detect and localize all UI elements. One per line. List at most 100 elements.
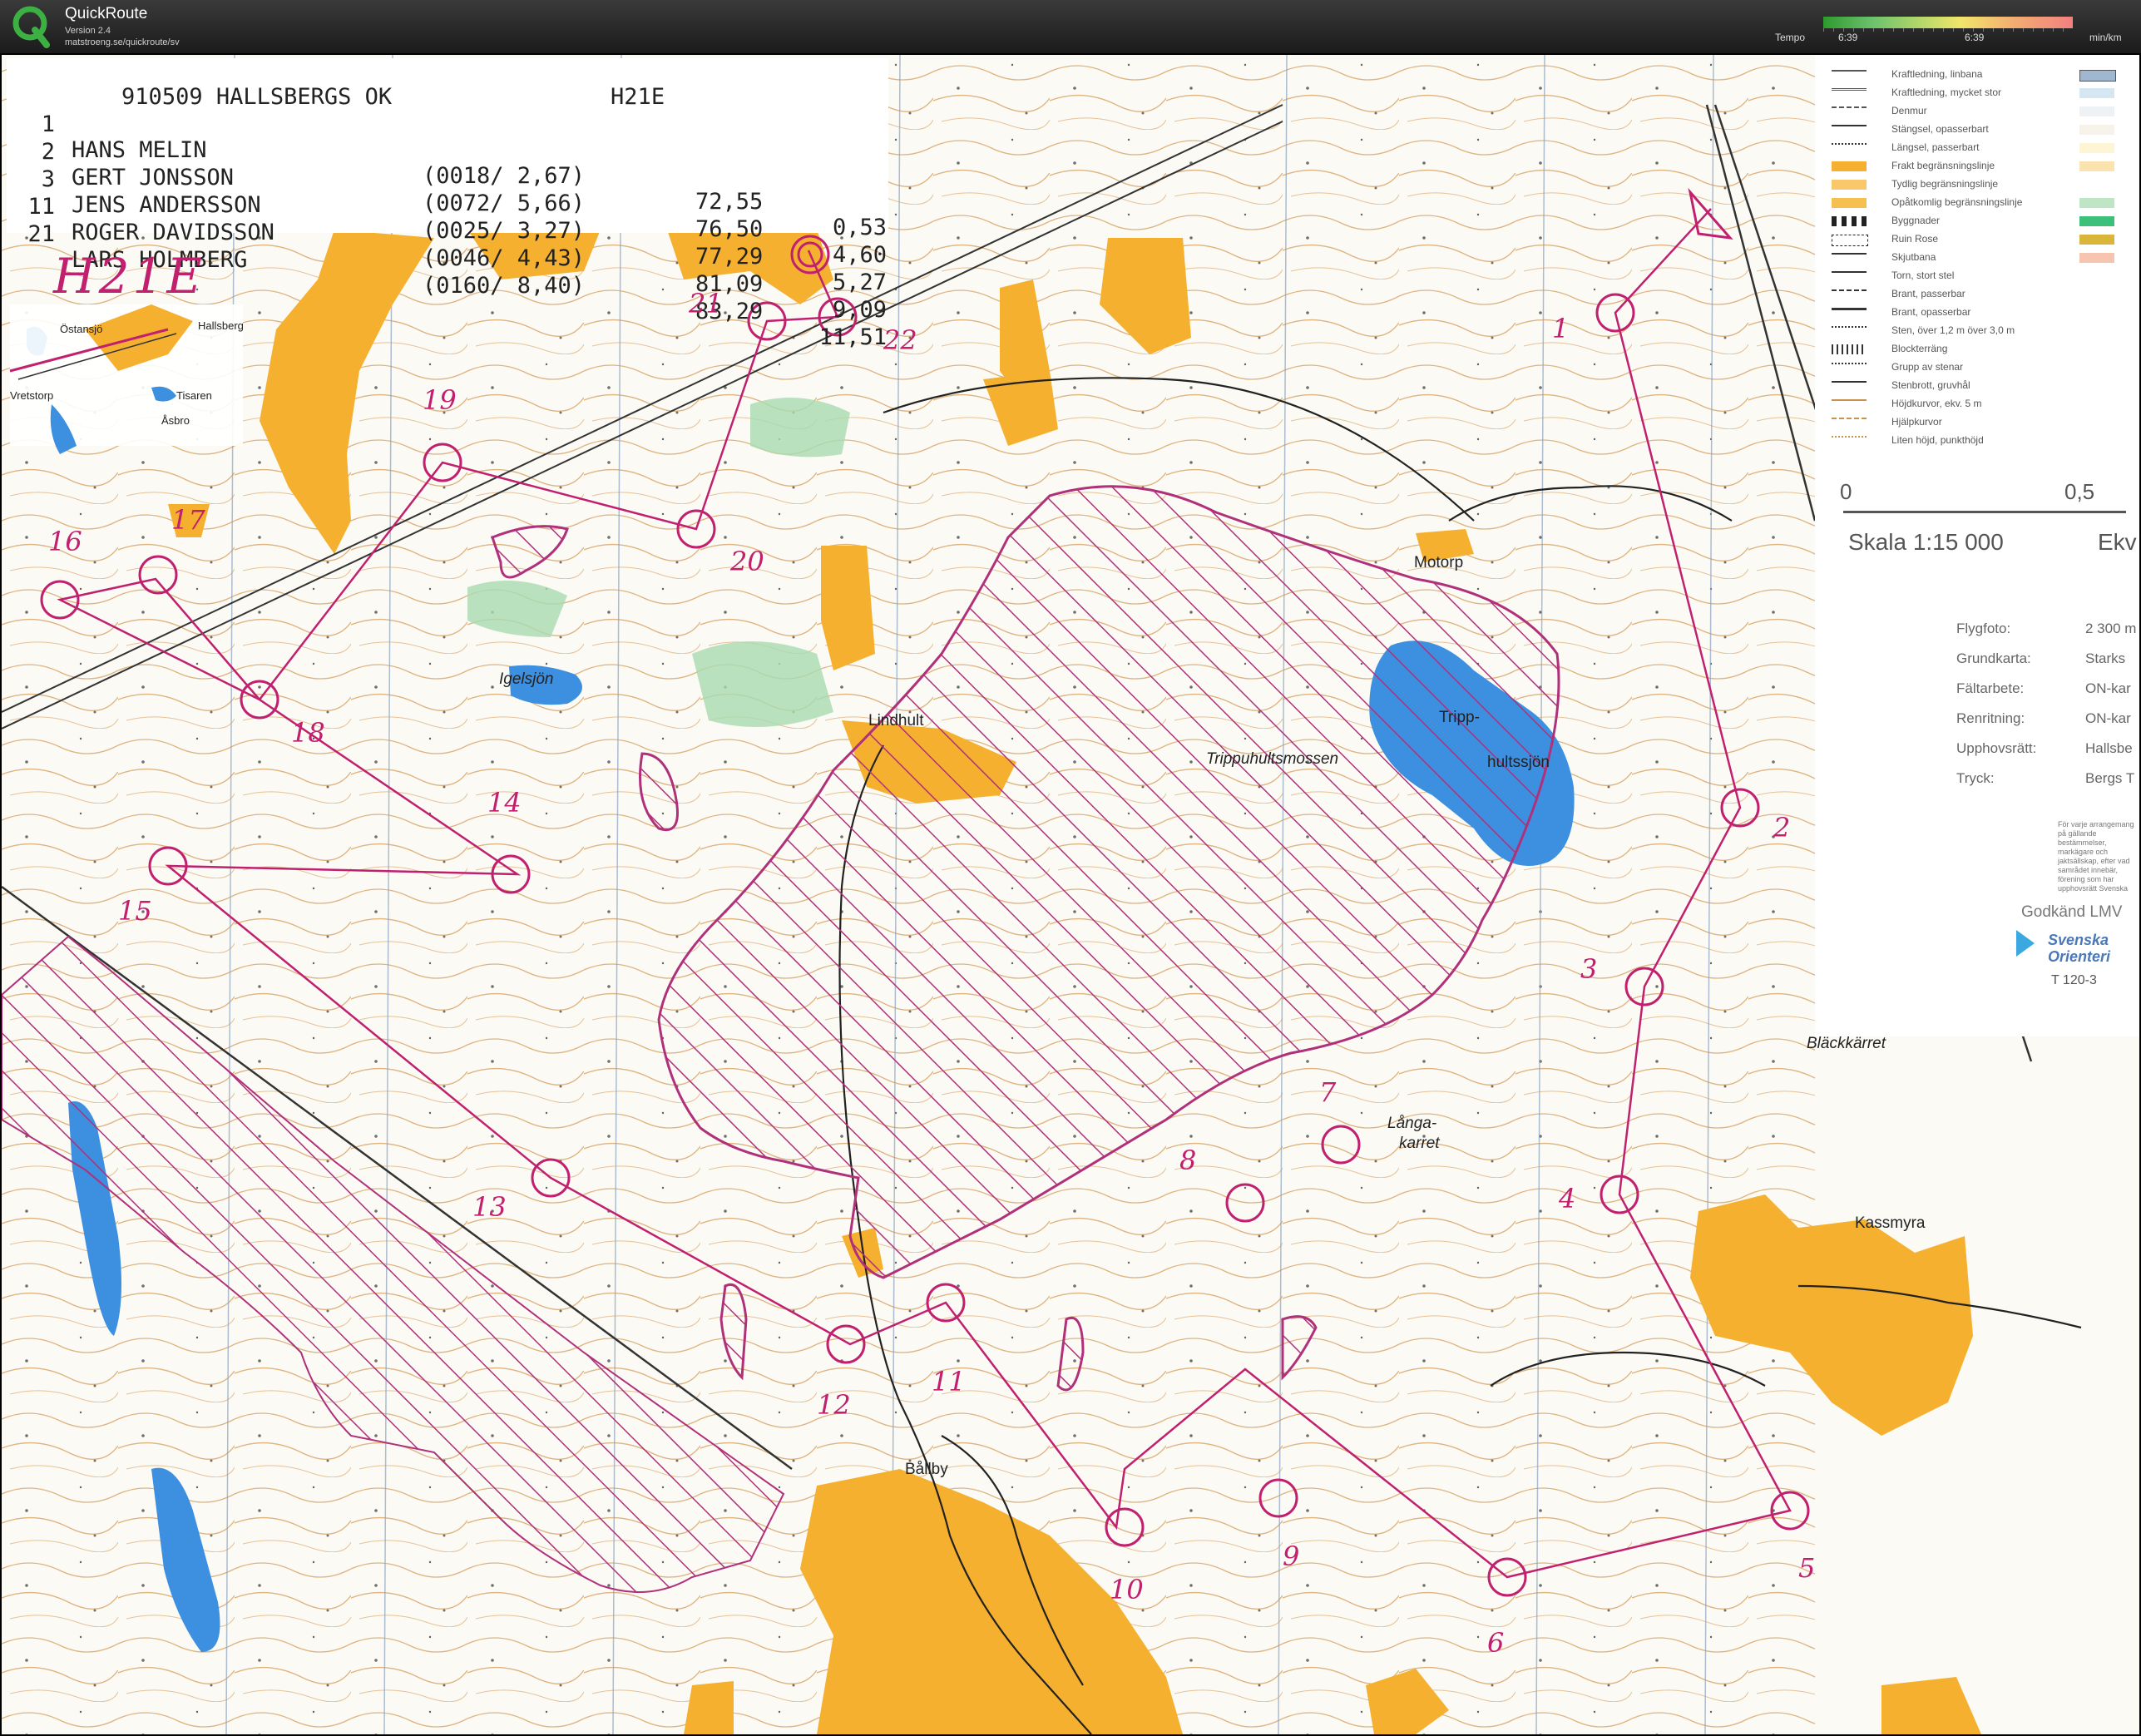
sof-text-1: Svenska	[2048, 932, 2109, 948]
app-url[interactable]: matstroeng.se/quickroute/sv	[65, 37, 180, 47]
info-value: Hallsbe	[2085, 740, 2133, 756]
tempo-color-bar[interactable]	[1823, 17, 2073, 28]
legend-row: Denmur	[1815, 105, 2139, 120]
overview-label-ostansjo: Östansjö	[60, 323, 103, 335]
scale-zero: 0	[1840, 479, 1852, 504]
legend-row: Grupp av stenar	[1815, 361, 2139, 376]
control-number-18: 18	[291, 717, 325, 749]
legend-row: Opåtkomlig begränsningslinje	[1815, 196, 2139, 211]
control-number-5: 5	[1798, 1552, 1816, 1584]
legend-row: Brant, passerbar	[1815, 288, 2139, 303]
results-event: 910509 HALLSBERGS OK	[121, 84, 393, 110]
legend-row: Sten, över 1,2 m över 3,0 m	[1815, 324, 2139, 339]
scale-ekv: Ekv	[2098, 529, 2137, 555]
overview-label-vretstorp: Vretstorp	[10, 389, 54, 402]
control-number-1: 1	[1552, 313, 1570, 344]
t-code: T 120-3	[2051, 973, 2097, 987]
orienteering-map[interactable]: 910509 HALLSBERGS OK H21E 1 HANS MELIN (…	[2, 55, 2139, 1734]
control-number-11: 11	[932, 1366, 966, 1397]
control-number-22: 22	[883, 324, 917, 356]
scale-bar	[1843, 511, 2126, 513]
legend-row: Stenbrott, gruvhål	[1815, 379, 2139, 394]
legend-row: Längsel, passerbart	[1815, 141, 2139, 156]
info-key: Upphovsrätt:	[1956, 740, 2037, 756]
place-tripp-1: Tripp-	[1439, 709, 1480, 726]
overview-label-asbro: Åsbro	[161, 414, 190, 427]
control-number-10: 10	[1110, 1574, 1144, 1605]
control-number-16: 16	[48, 526, 82, 557]
control-number-21: 21	[689, 288, 723, 319]
control-number-19: 19	[423, 384, 457, 416]
class-label: H21E	[53, 248, 205, 304]
control-number-14: 14	[487, 787, 522, 819]
tempo-unit: min/km	[2089, 32, 2122, 43]
info-key: Renritning:	[1956, 710, 2025, 726]
quickroute-logo-icon	[12, 6, 50, 48]
tempo-left-value: 6:39	[1838, 32, 1858, 43]
control-number-7: 7	[1319, 1076, 1337, 1108]
legend-row: Frakt begränsningslinje	[1815, 160, 2139, 175]
info-key: Fältarbete:	[1956, 680, 2025, 696]
results-table: 910509 HALLSBERGS OK H21E 1 HANS MELIN (…	[7, 58, 888, 350]
quickroute-window: QuickRoute Version 2.4 matstroeng.se/qui…	[0, 0, 2141, 1736]
control-number-4: 4	[1559, 1183, 1576, 1214]
place-lindhult: Lindhult	[868, 712, 924, 730]
control-number-15: 15	[118, 895, 152, 927]
legend-row: Stängsel, opasserbart	[1815, 123, 2139, 138]
place-langa-1: Långa-	[1387, 1115, 1437, 1132]
scale-half: 0,5	[2064, 479, 2095, 504]
title-bar: QuickRoute Version 2.4 matstroeng.se/qui…	[0, 0, 2141, 55]
legend-row: Ruin Rose	[1815, 233, 2139, 248]
legend-row: Höjdkurvor, ekv. 5 m	[1815, 398, 2139, 413]
place-motorp: Motorp	[1414, 554, 1464, 571]
sof-logo-icon	[2016, 930, 2035, 957]
place-tripp-2: hultssjön	[1487, 754, 1550, 771]
tempo-mid-value: 6:39	[1965, 32, 1985, 43]
place-kassmyra: Kassmyra	[1855, 1214, 1926, 1232]
place-trippmossen: Trippuhultsmossen	[1206, 750, 1339, 768]
legend-row: Kraftledning, mycket stor	[1815, 87, 2139, 101]
legend-row: Byggnader	[1815, 215, 2139, 230]
place-blackkarret: Bläckkärret	[1807, 1035, 1886, 1052]
overview-label-hallsberg: Hallsberg	[198, 319, 244, 332]
info-key: Grundkarta:	[1956, 650, 2031, 666]
control-number-13: 13	[472, 1191, 507, 1223]
legend-row: Tydlig begränsningslinje	[1815, 178, 2139, 193]
legend-row: Kraftledning, linbana	[1815, 68, 2139, 83]
control-number-3: 3	[1580, 953, 1598, 985]
legend-row: Hjälpkurvor	[1815, 416, 2139, 431]
legend-row: Blockterräng	[1815, 343, 2139, 358]
map-legend: Kraftledning, linbana Kraftledning, myck…	[1815, 55, 2139, 1036]
legend-row: Skjutbana	[1815, 251, 2139, 266]
control-number-9: 9	[1283, 1541, 1300, 1572]
control-number-6: 6	[1487, 1627, 1505, 1659]
results-class: H21E	[611, 84, 665, 110]
info-key: Tryck:	[1956, 770, 1995, 786]
control-number-12: 12	[817, 1389, 851, 1421]
legend-row: Liten höjd, punkthöjd	[1815, 434, 2139, 449]
control-number-17: 17	[171, 504, 205, 536]
control-number-8: 8	[1179, 1145, 1197, 1176]
control-number-2: 2	[1773, 812, 1791, 843]
control-number-20: 20	[730, 546, 764, 577]
scale-text: Skala 1:15 000	[1848, 529, 2004, 555]
info-value: 2 300 m	[2085, 621, 2137, 636]
legend-row: Torn, stort stel	[1815, 270, 2139, 284]
info-value: Bergs T	[2085, 770, 2135, 786]
tempo-label: Tempo	[1775, 32, 1806, 43]
legend-row: Brant, opasserbar	[1815, 306, 2139, 321]
tempo-ticks	[1823, 28, 2073, 32]
sof-text-2: Orienteri	[2048, 948, 2111, 965]
app-name: QuickRoute	[65, 5, 148, 22]
info-key: Flygfoto:	[1956, 621, 2011, 636]
approved-text: Godkänd LMV	[2021, 903, 2123, 921]
info-value: Starks	[2085, 650, 2126, 666]
usage-notice: För varje arrangemang på gällande bestäm…	[2058, 820, 2134, 893]
place-igelsjon: Igelsjön	[499, 670, 554, 688]
overview-label-tisaren: Tisaren	[176, 389, 212, 402]
info-value: ON-kar	[2085, 710, 2131, 726]
place-langa-2: karret	[1399, 1135, 1440, 1152]
app-version: Version 2.4	[65, 26, 111, 36]
place-ballby: Bållby	[905, 1461, 948, 1478]
info-value: ON-kar	[2085, 680, 2131, 696]
